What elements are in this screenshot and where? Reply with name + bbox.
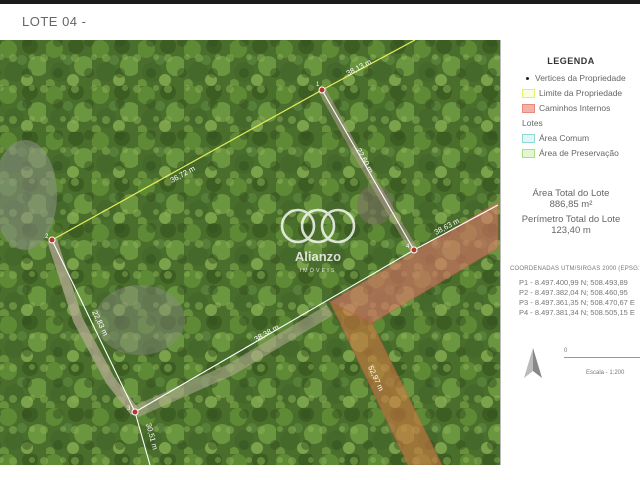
dry-trees-area <box>95 285 185 355</box>
coordinate-p3: P3 - 8.497.361,35 N; 508.470,67 E <box>519 298 635 307</box>
scale-zero-label: 0 <box>564 348 568 354</box>
perimeter-value: 123,40 m <box>551 225 591 236</box>
legend-title: LEGENDA <box>547 56 595 66</box>
legend-item-paths: Caminhos Internos <box>522 103 611 114</box>
coordinate-p1: P1 - 8.497.400,99 N; 508.493,89 <box>519 278 628 287</box>
vertex-marker[interactable] <box>318 86 326 94</box>
coordinate-p4: P4 - 8.497.381,34 N; 508.505,15 E <box>519 308 635 317</box>
legend-item-label: Caminhos Internos <box>539 103 611 113</box>
coordinates-title: COORDENADAS UTM/SIRGAS 2000 (EPSG: <box>510 266 640 272</box>
north-arrow-icon <box>524 348 542 378</box>
map-canvas: 1 2 3 4 38,13 m 36,72 m 22,60 m 38,63 m … <box>0 40 500 465</box>
area-value: 886,85 m² <box>549 199 593 210</box>
coordinate-p2: P2 - 8.497.382,04 N; 508.460,95 <box>519 288 628 297</box>
vertex-marker[interactable] <box>410 246 418 254</box>
legend-item-label: Limite da Propriedade <box>539 88 623 98</box>
vertex-marker[interactable] <box>48 236 56 244</box>
legend-item-common: Área Comum <box>522 133 590 144</box>
red-swatch-icon <box>522 104 535 114</box>
cyan-swatch-icon <box>522 134 535 144</box>
watermark-brand: Alianzo <box>295 249 341 264</box>
scale-bar <box>564 357 640 358</box>
legend-panel: LEGENDA Vertices da Propriedade Limite d… <box>502 40 640 465</box>
legend-item-limit: Limite da Propriedade <box>522 88 623 99</box>
legend-item-label: Vertices da Propriedade <box>535 73 626 83</box>
area-label: Área Total do Lote <box>532 188 610 199</box>
aerial-map[interactable]: 1 2 3 4 38,13 m 36,72 m 22,60 m 38,63 m … <box>0 40 501 465</box>
legend-item-preservation: Área de Preservação <box>522 148 619 159</box>
vertex-dot-icon <box>526 77 529 81</box>
legend-item-vertices: Vertices da Propriedade <box>522 73 626 83</box>
legend-item-label: Área Comum <box>539 133 590 143</box>
scale-label: Escala - 1:200 <box>586 370 625 376</box>
vertex-marker[interactable] <box>131 408 139 416</box>
legend-item-label: Área de Preservação <box>539 148 619 158</box>
perimeter-label: Perímetro Total do Lote <box>521 214 621 225</box>
watermark-tagline: IMÓVEIS <box>300 267 337 274</box>
legend-item-label: Lotes <box>522 118 543 128</box>
page-title: LOTE 04 - <box>22 14 87 29</box>
top-bar <box>0 0 640 4</box>
yellow-swatch-icon <box>522 89 535 99</box>
legend-item-lots: Lotes <box>522 118 543 128</box>
green-swatch-icon <box>522 149 535 159</box>
